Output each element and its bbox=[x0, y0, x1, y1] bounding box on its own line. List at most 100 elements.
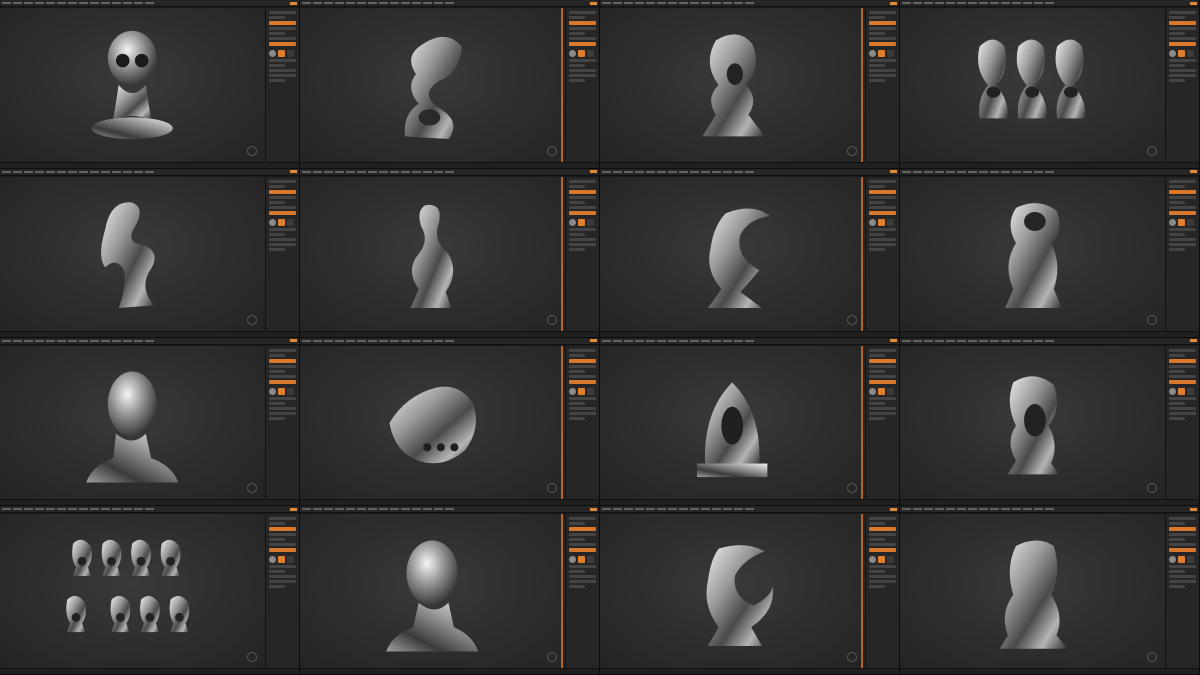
tool-slider[interactable] bbox=[869, 570, 886, 574]
tool-slider[interactable] bbox=[1169, 37, 1196, 40]
menu-item[interactable] bbox=[613, 2, 622, 4]
menu-item[interactable] bbox=[1045, 170, 1054, 173]
tool-slider[interactable] bbox=[1169, 522, 1186, 526]
tool-slider[interactable] bbox=[269, 411, 296, 415]
tool-slider[interactable] bbox=[269, 416, 286, 420]
material-swatch-icon[interactable] bbox=[287, 556, 294, 564]
tool-slider[interactable] bbox=[869, 27, 896, 30]
menu-item[interactable] bbox=[723, 508, 732, 511]
tool-slider[interactable] bbox=[269, 533, 296, 537]
tool-slider[interactable] bbox=[869, 411, 896, 415]
sculpt-panel[interactable] bbox=[300, 506, 600, 675]
material-swatch-icon[interactable] bbox=[278, 218, 285, 226]
material-swatch-icon[interactable] bbox=[269, 50, 276, 57]
material-swatches[interactable] bbox=[869, 218, 896, 226]
menu-item[interactable] bbox=[324, 2, 333, 4]
tool-slider[interactable] bbox=[1169, 227, 1196, 231]
menu-item[interactable] bbox=[68, 2, 77, 4]
menu-item[interactable] bbox=[368, 508, 377, 511]
tool-slider[interactable] bbox=[869, 517, 896, 521]
menu-item[interactable] bbox=[668, 508, 677, 511]
menu-item[interactable] bbox=[635, 339, 644, 342]
menu-item[interactable] bbox=[68, 508, 77, 511]
menu-item[interactable] bbox=[1012, 170, 1021, 173]
tool-slider[interactable] bbox=[569, 522, 586, 526]
menu-item[interactable] bbox=[635, 170, 644, 173]
material-swatch-icon[interactable] bbox=[578, 387, 585, 395]
menu-item[interactable] bbox=[302, 339, 311, 342]
tool-slider[interactable] bbox=[269, 369, 286, 373]
menu-item[interactable] bbox=[646, 2, 655, 4]
menu-item[interactable] bbox=[445, 339, 454, 342]
sculpt-panel[interactable] bbox=[0, 0, 300, 169]
menu-item[interactable] bbox=[434, 508, 443, 511]
tool-slider[interactable] bbox=[269, 79, 286, 82]
menu-item[interactable] bbox=[657, 170, 666, 173]
menu-item[interactable] bbox=[924, 339, 933, 342]
menu-item[interactable] bbox=[979, 508, 988, 511]
menu-item[interactable] bbox=[1001, 170, 1010, 173]
tool-slider[interactable] bbox=[269, 64, 286, 67]
tool-slider[interactable] bbox=[1169, 348, 1196, 352]
tool-slider[interactable] bbox=[1169, 353, 1186, 357]
tool-slider[interactable] bbox=[569, 358, 596, 363]
tool-slider[interactable] bbox=[1169, 64, 1186, 67]
tool-slider[interactable] bbox=[269, 580, 296, 584]
menu-item[interactable] bbox=[145, 508, 154, 511]
menu-accent-icon[interactable] bbox=[590, 170, 597, 174]
tool-slider[interactable] bbox=[569, 59, 596, 62]
sculpt-panel[interactable] bbox=[900, 506, 1200, 675]
tool-slider[interactable] bbox=[269, 205, 296, 209]
tool-slider[interactable] bbox=[1169, 179, 1196, 183]
menu-item[interactable] bbox=[701, 170, 710, 173]
material-swatch-icon[interactable] bbox=[287, 218, 294, 226]
menu-item[interactable] bbox=[646, 339, 655, 342]
menu-item[interactable] bbox=[602, 2, 611, 4]
menu-item[interactable] bbox=[723, 339, 732, 342]
tool-palette[interactable] bbox=[565, 514, 599, 668]
viewport-3d[interactable] bbox=[300, 8, 565, 162]
menu-bar[interactable] bbox=[300, 337, 599, 345]
menu-item[interactable] bbox=[602, 339, 611, 342]
menu-item[interactable] bbox=[346, 508, 355, 511]
menu-item[interactable] bbox=[679, 170, 688, 173]
menu-item[interactable] bbox=[101, 170, 110, 173]
menu-item[interactable] bbox=[957, 508, 966, 511]
menu-item[interactable] bbox=[401, 2, 410, 4]
menu-item[interactable] bbox=[2, 2, 11, 4]
menu-item[interactable] bbox=[57, 170, 66, 173]
menu-item[interactable] bbox=[1023, 2, 1032, 4]
tool-slider[interactable] bbox=[269, 364, 296, 368]
menu-accent-icon[interactable] bbox=[290, 1, 297, 5]
menu-item[interactable] bbox=[902, 170, 911, 173]
tool-slider[interactable] bbox=[869, 364, 896, 368]
material-swatch-icon[interactable] bbox=[887, 387, 894, 395]
menu-item[interactable] bbox=[313, 170, 322, 173]
material-swatch-icon[interactable] bbox=[887, 218, 894, 226]
tool-slider[interactable] bbox=[569, 179, 596, 183]
tool-palette[interactable] bbox=[1165, 8, 1199, 162]
tool-slider[interactable] bbox=[869, 242, 896, 246]
menu-item[interactable] bbox=[968, 170, 977, 173]
menu-item[interactable] bbox=[690, 339, 699, 342]
material-swatch-icon[interactable] bbox=[587, 50, 594, 57]
menu-item[interactable] bbox=[701, 508, 710, 511]
menu-item[interactable] bbox=[935, 2, 944, 4]
material-swatch-icon[interactable] bbox=[1187, 556, 1194, 564]
tool-slider[interactable] bbox=[269, 210, 296, 215]
viewport-3d[interactable] bbox=[900, 176, 1165, 331]
material-swatch-icon[interactable] bbox=[1178, 50, 1185, 57]
tool-slider[interactable] bbox=[569, 37, 596, 40]
menu-item[interactable] bbox=[1001, 508, 1010, 511]
tool-slider[interactable] bbox=[269, 184, 286, 188]
material-swatch-icon[interactable] bbox=[1187, 387, 1194, 395]
tool-slider[interactable] bbox=[1169, 538, 1186, 542]
material-swatch-icon[interactable] bbox=[269, 556, 276, 564]
navigation-gizmo-icon[interactable] bbox=[847, 145, 857, 156]
tool-slider[interactable] bbox=[869, 533, 896, 537]
tool-slider[interactable] bbox=[569, 517, 596, 521]
menu-accent-icon[interactable] bbox=[290, 170, 297, 174]
tool-slider[interactable] bbox=[869, 69, 896, 72]
menu-item[interactable] bbox=[401, 170, 410, 173]
tool-slider[interactable] bbox=[269, 543, 296, 547]
